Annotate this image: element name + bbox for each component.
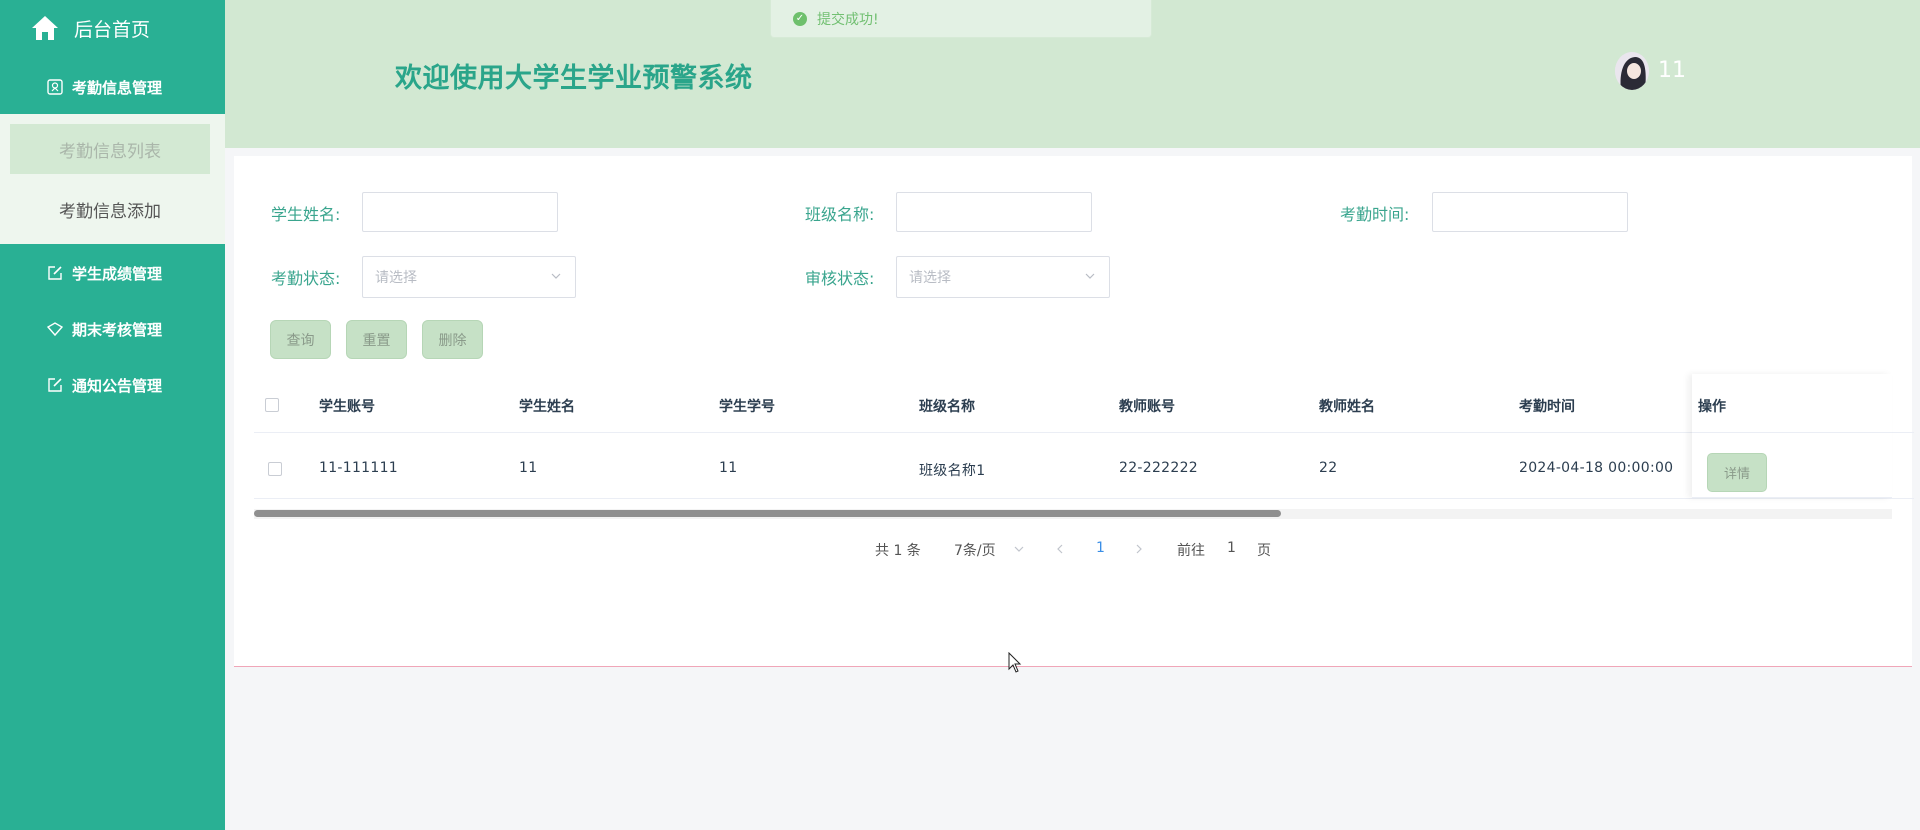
goto-input[interactable]: 1: [1227, 540, 1236, 556]
table-cell: 11-111111: [319, 460, 399, 476]
sidebar: 后台首页 考勤信息管理 考勤信息列表 考勤信息添加 学生成绩管理 期末考核管理 …: [0, 0, 225, 830]
sidebar-group-label: 学生成绩管理: [72, 264, 163, 283]
sidebar-item-attendance-add[interactable]: 考勤信息添加: [10, 184, 210, 234]
horizontal-scrollbar-thumb[interactable]: [254, 510, 1281, 517]
mouse-cursor-icon: [1008, 652, 1022, 673]
review-status-label: 审核状态:: [805, 269, 875, 288]
content-panel: 学生姓名: 班级名称: 考勤时间: 考勤状态: 请选择 审核状态: 请选择 查询…: [234, 156, 1914, 667]
sidebar-group-label: 期末考核管理: [72, 320, 163, 339]
attendance-time-label: 考勤时间:: [1340, 205, 1410, 224]
attendance-submenu: 考勤信息列表 考勤信息添加: [0, 114, 225, 244]
table-row[interactable]: 11-111111 11 11 班级名称1 22-222222 22 2024-…: [254, 433, 1914, 499]
edit-icon: [48, 266, 62, 280]
query-button[interactable]: 查询: [270, 320, 331, 359]
toast-message: 提交成功!: [817, 11, 879, 28]
sidebar-home-label: 后台首页: [74, 18, 151, 41]
table-header: 学生账号 学生姓名 学生学号 班级名称 教师账号 教师姓名 考勤时间: [254, 374, 1914, 433]
column-header[interactable]: 班级名称: [919, 396, 975, 416]
table-cell: 11: [719, 460, 738, 476]
sidebar-group-label: 通知公告管理: [72, 376, 163, 395]
table-cell: 22: [1319, 460, 1338, 476]
edit-icon: [48, 378, 62, 392]
detail-button[interactable]: 详情: [1707, 453, 1767, 492]
prev-page-icon[interactable]: [1055, 544, 1065, 554]
page-size-select[interactable]: 7条/页: [954, 540, 996, 560]
attendance-status-select[interactable]: 请选择: [362, 256, 576, 298]
sidebar-group-grades[interactable]: 学生成绩管理: [0, 245, 225, 301]
table-cell: 班级名称1: [919, 463, 986, 479]
gem-icon: [46, 322, 64, 337]
row-checkbox[interactable]: [268, 462, 282, 476]
goto-label: 前往: [1177, 543, 1205, 559]
column-header[interactable]: 学生账号: [319, 396, 375, 416]
sidebar-item-attendance-list[interactable]: 考勤信息列表: [10, 124, 210, 174]
table-cell: 11: [519, 460, 538, 476]
check-circle-icon: ✓: [793, 11, 807, 26]
chevron-down-icon: [1085, 273, 1095, 279]
class-name-input[interactable]: [896, 192, 1092, 232]
attendance-status-label: 考勤状态:: [271, 269, 341, 288]
delete-button[interactable]: 删除: [422, 320, 483, 359]
student-name-label: 学生姓名:: [271, 205, 341, 224]
sidebar-group-label: 考勤信息管理: [72, 78, 163, 97]
column-header[interactable]: 学生学号: [719, 396, 775, 416]
reset-button[interactable]: 重置: [346, 320, 407, 359]
success-toast: ✓ 提交成功!: [770, 0, 1152, 38]
column-header[interactable]: 教师姓名: [1319, 396, 1375, 416]
column-header[interactable]: 考勤时间: [1519, 396, 1575, 416]
username[interactable]: 11: [1658, 58, 1686, 83]
page-suffix: 页: [1257, 543, 1271, 559]
badge-icon: [47, 79, 63, 95]
pagination-total: 共 1 条: [875, 543, 921, 559]
next-page-icon[interactable]: [1134, 544, 1144, 554]
page-number-current[interactable]: 1: [1096, 540, 1105, 556]
table-cell: 22-222222: [1119, 460, 1199, 476]
column-header[interactable]: 教师账号: [1119, 396, 1175, 416]
select-placeholder: 请选择: [375, 270, 417, 286]
avatar[interactable]: [1615, 52, 1649, 90]
column-header-operation: 操作: [1698, 399, 1726, 415]
attendance-time-input[interactable]: [1432, 192, 1628, 232]
column-header[interactable]: 学生姓名: [519, 396, 575, 416]
avatar-image: [1615, 52, 1649, 90]
sidebar-group-final-exam[interactable]: 期末考核管理: [0, 301, 225, 357]
sidebar-group-notice[interactable]: 通知公告管理: [0, 357, 225, 413]
review-status-select[interactable]: 请选择: [896, 256, 1110, 298]
class-name-label: 班级名称:: [805, 205, 875, 224]
chevron-down-icon[interactable]: [1014, 544, 1024, 554]
select-all-checkbox[interactable]: [265, 398, 279, 412]
select-placeholder: 请选择: [909, 270, 951, 286]
home-icon: [32, 16, 58, 40]
chevron-down-icon: [551, 273, 561, 279]
sidebar-group-attendance[interactable]: 考勤信息管理: [0, 59, 225, 115]
sidebar-home[interactable]: 后台首页: [0, 0, 225, 56]
page-title: 欢迎使用大学生学业预警系统: [395, 63, 753, 94]
student-name-input[interactable]: [362, 192, 558, 232]
table-cell: 2024-04-18 00:00:00: [1519, 460, 1674, 476]
